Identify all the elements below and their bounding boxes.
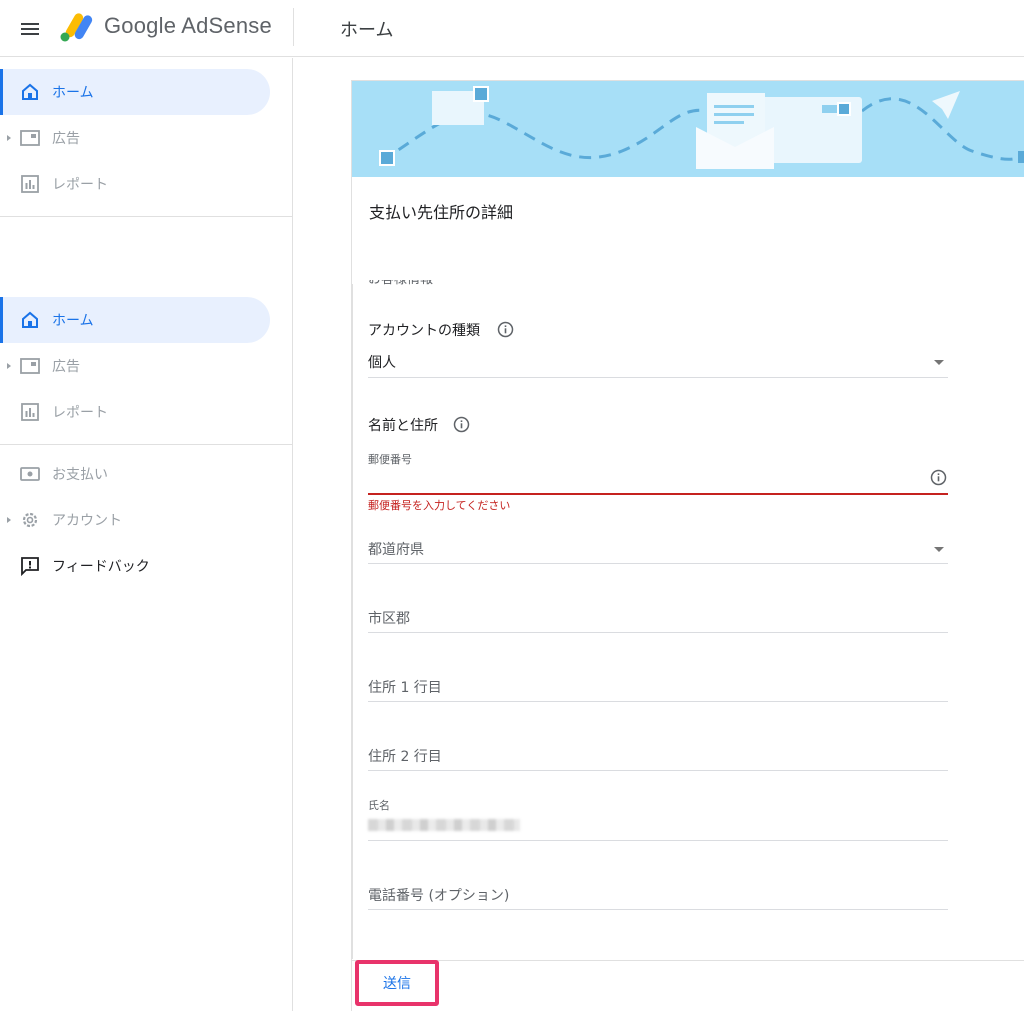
- submit-button[interactable]: 送信: [362, 966, 432, 1000]
- city-field[interactable]: 市区郡: [368, 604, 948, 633]
- sidebar-item-label: ホーム: [52, 313, 94, 329]
- postal-code-label: 郵便番号: [368, 453, 412, 466]
- sidebar-item-label: レポート: [52, 405, 108, 421]
- feedback-icon: [21, 557, 39, 577]
- postal-code-field[interactable]: 郵便番号: [368, 448, 948, 495]
- sidebar-item-ads[interactable]: 広告: [0, 115, 270, 161]
- footer-divider: [352, 960, 1024, 961]
- sidebar-item-ads[interactable]: 広告: [0, 343, 270, 389]
- sidebar-item-account[interactable]: アカウント: [0, 497, 270, 543]
- page-title: ホーム: [340, 20, 394, 41]
- address-line1-placeholder: 住所 1 行目: [368, 680, 442, 696]
- adsense-logo-icon: [60, 13, 93, 42]
- dropdown-arrow-icon: [934, 360, 944, 365]
- ads-icon: [20, 358, 40, 374]
- field-underline: [368, 377, 948, 378]
- address-line2-field[interactable]: 住所 2 行目: [368, 742, 948, 771]
- payments-icon: [20, 467, 40, 481]
- sidebar-divider: [0, 444, 293, 445]
- sidebar-divider: [0, 216, 293, 217]
- sidebar-item-payments[interactable]: お支払い: [0, 451, 270, 497]
- dropdown-arrow-icon: [934, 547, 944, 552]
- sidebar-item-reports[interactable]: レポート: [0, 161, 270, 207]
- account-type-label: アカウントの種類: [368, 323, 480, 339]
- full-name-label: 氏名: [368, 799, 390, 812]
- sidebar-item-label: お支払い: [52, 467, 108, 483]
- sidebar-item-home[interactable]: ホーム: [0, 297, 270, 343]
- sidebar-item-home[interactable]: ホーム: [0, 69, 270, 115]
- sidebar-item-reports[interactable]: レポート: [0, 389, 270, 435]
- field-underline: [368, 563, 948, 564]
- blurred-name-value: [368, 819, 520, 831]
- sidebar-item-label: 広告: [52, 359, 80, 375]
- ads-icon: [20, 130, 40, 146]
- info-icon[interactable]: [497, 321, 514, 338]
- prefecture-select[interactable]: 都道府県: [368, 535, 948, 564]
- city-placeholder: 市区郡: [368, 611, 410, 627]
- field-underline: [368, 840, 948, 841]
- field-underline: [368, 701, 948, 702]
- sidebar-item-label: アカウント: [52, 513, 122, 529]
- top-app-bar: Google AdSense ホーム: [0, 0, 1024, 57]
- report-icon: [21, 403, 39, 421]
- name-address-label: 名前と住所: [368, 418, 438, 434]
- sidebar-item-feedback[interactable]: フィードバック: [0, 543, 270, 589]
- home-icon: [22, 83, 38, 100]
- info-icon[interactable]: [930, 469, 947, 486]
- card-title: 支払い先住所の詳細: [369, 203, 514, 222]
- phone-placeholder: 電話番号 (オプション): [368, 888, 510, 904]
- sidebar-item-label: 広告: [52, 131, 80, 147]
- field-underline: [368, 632, 948, 633]
- mail-banner-illustration: [352, 81, 1024, 177]
- account-type-select[interactable]: 個人: [368, 350, 948, 378]
- postal-code-error: 郵便番号を入力してください: [368, 499, 511, 512]
- brand-title: Google AdSense: [104, 13, 272, 38]
- customer-info-section-title: お客様情報: [368, 280, 433, 292]
- gear-icon: [22, 512, 38, 528]
- account-type-value: 個人: [368, 355, 396, 371]
- phone-field[interactable]: 電話番号 (オプション): [368, 881, 948, 910]
- report-icon: [21, 175, 39, 193]
- home-icon: [22, 311, 38, 328]
- scroll-area-edge: [352, 284, 353, 959]
- sidebar-item-label: レポート: [52, 177, 108, 193]
- info-icon[interactable]: [453, 416, 470, 433]
- address-line1-field[interactable]: 住所 1 行目: [368, 673, 948, 702]
- sidebar-item-label: ホーム: [52, 85, 94, 101]
- topbar-divider: [293, 8, 294, 46]
- field-underline-error: [368, 493, 948, 495]
- full-name-field[interactable]: 氏名: [368, 797, 948, 841]
- menu-icon[interactable]: [18, 17, 42, 41]
- field-underline: [368, 770, 948, 771]
- address-line2-placeholder: 住所 2 行目: [368, 749, 442, 765]
- expand-caret-icon[interactable]: [7, 135, 11, 141]
- field-underline: [368, 909, 948, 910]
- sidebar: ホーム 広告 レポート ホーム 広告 レポート お支払い アカウント フィードバ…: [0, 58, 293, 1011]
- sidebar-item-label: フィードバック: [52, 559, 150, 575]
- prefecture-placeholder: 都道府県: [368, 542, 424, 558]
- expand-caret-icon[interactable]: [7, 517, 11, 523]
- expand-caret-icon[interactable]: [7, 363, 11, 369]
